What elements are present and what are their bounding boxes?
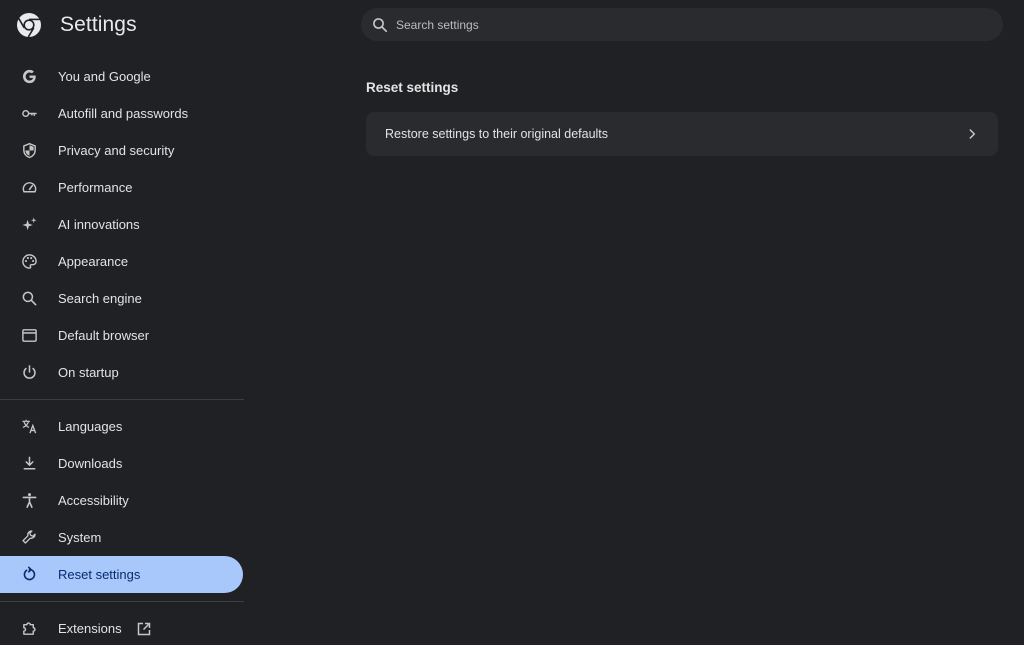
sidebar-item-downloads[interactable]: Downloads: [0, 445, 243, 482]
sidebar-item-label: Search engine: [58, 291, 142, 306]
google-g-icon: [20, 68, 38, 86]
sidebar-item-extensions[interactable]: Extensions: [0, 610, 243, 645]
sidebar-divider: [0, 601, 244, 602]
sidebar-item-ai-innovations[interactable]: AI innovations: [0, 206, 243, 243]
chrome-logo-icon: [17, 13, 41, 38]
sidebar-item-label: Accessibility: [58, 493, 129, 508]
sidebar-item-label: Default browser: [58, 328, 150, 343]
sidebar-item-languages[interactable]: Languages: [0, 408, 243, 445]
restore-defaults-label: Restore settings to their original defau…: [385, 127, 609, 141]
sidebar-item-appearance[interactable]: Appearance: [0, 243, 243, 280]
translate-icon: [20, 418, 38, 436]
sidebar-item-label: Performance: [58, 180, 133, 195]
power-icon: [20, 364, 38, 382]
sidebar-item-system[interactable]: System: [0, 519, 243, 556]
sidebar-item-label: Reset settings: [58, 567, 141, 582]
sidebar-item-label: Downloads: [58, 456, 123, 471]
page-title: Settings: [60, 13, 137, 36]
chevron-right-icon: [969, 129, 976, 139]
shield-icon: [20, 142, 38, 160]
sidebar-divider: [0, 399, 244, 400]
sidebar-item-label: AI innovations: [58, 217, 140, 232]
sidebar-item-autofill[interactable]: Autofill and passwords: [0, 95, 243, 132]
key-icon: [20, 105, 38, 123]
restore-defaults-row[interactable]: Restore settings to their original defau…: [366, 112, 998, 156]
settings-app: Settings You and Google Autofill and pas…: [0, 0, 1024, 645]
reset-icon: [20, 566, 38, 584]
accessibility-icon: [20, 492, 38, 510]
search-icon: [20, 290, 38, 308]
sidebar-item-label: Languages: [58, 419, 123, 434]
sidebar-item-on-startup[interactable]: On startup: [0, 354, 243, 391]
browser-window-icon: [20, 327, 38, 345]
wrench-icon: [20, 529, 38, 547]
puzzle-icon: [20, 620, 38, 638]
palette-icon: [20, 253, 38, 271]
sidebar-item-performance[interactable]: Performance: [0, 169, 243, 206]
search-input[interactable]: [396, 17, 976, 32]
sidebar-item-label: On startup: [58, 365, 119, 380]
sidebar-item-label: System: [58, 530, 102, 545]
sidebar-item-reset-settings[interactable]: Reset settings: [0, 556, 243, 593]
sidebar-item-label: Extensions: [58, 621, 122, 636]
search-bar[interactable]: [361, 8, 1003, 41]
sidebar-item-accessibility[interactable]: Accessibility: [0, 482, 243, 519]
sidebar-item-search-engine[interactable]: Search engine: [0, 280, 243, 317]
open-in-new-icon: [137, 622, 150, 635]
sidebar-item-privacy[interactable]: Privacy and security: [0, 132, 243, 169]
sidebar-item-label: You and Google: [58, 69, 151, 84]
speedometer-icon: [20, 179, 38, 197]
sidebar-item-label: Appearance: [58, 254, 129, 269]
search-icon: [373, 17, 388, 32]
sidebar-item-label: Autofill and passwords: [58, 106, 189, 121]
sidebar-item-label: Privacy and security: [58, 143, 175, 158]
sidebar-item-default-browser[interactable]: Default browser: [0, 317, 243, 354]
sparkle-icon: [20, 216, 38, 234]
header-brand: Settings: [16, 12, 137, 38]
sidebar: You and Google Autofill and passwords Pr…: [0, 58, 244, 645]
section-title: Reset settings: [366, 80, 459, 95]
download-icon: [20, 455, 38, 473]
sidebar-item-you-and-google[interactable]: You and Google: [0, 58, 243, 95]
